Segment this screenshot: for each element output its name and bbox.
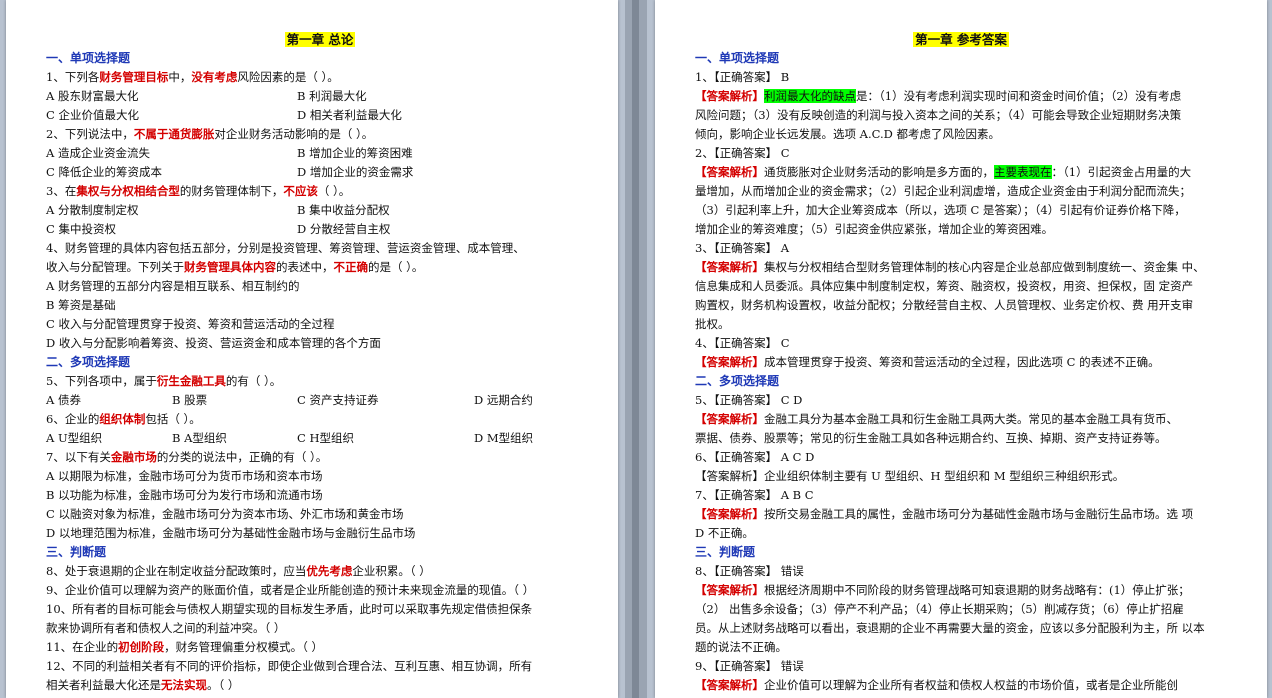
option: D M型组织 [474,431,534,445]
option: C 以融资对象为标准，金融市场可分为资本市场、外汇市场和黄金市场 [46,507,404,521]
answer-5-explanation: 【答案解析】金融工具分为基本金融工具和衍生金融工具两大类。常见的基本金融工具有货… [695,412,1178,426]
answer-9-explanation: 【答案解析】企业价值可以理解为企业所有者权益和债权人权益的市场价值，或者是企业所… [695,678,1178,692]
question-2: 2、下列说法中，不属于通货膨胀对企业财务活动影响的是（ ）。 [46,127,374,141]
splitter-bar[interactable] [632,0,639,698]
section-heading-single: 一、单项选择题 [695,51,780,65]
option: D 以地理范围为标准，金融市场可分为基础性金融市场与金融衍生品市场 [46,526,416,540]
section-heading-multi: 二、多项选择题 [46,355,131,369]
answer-2-explanation: 【答案解析】通货膨胀对企业财务活动的影响是多方面的，主要表现在：（1）引起资金占… [695,165,1192,179]
answers-column: 第一章 参考答案 一、单项选择题 1、【正确答案】 B 【答案解析】利润最大化的… [695,30,1227,695]
answer-3-explanation-cont: 批权。 [695,317,730,331]
section-heading-multi: 二、多项选择题 [695,374,780,388]
option: C 降低企业的筹资成本 [46,165,162,179]
answer-1-explanation: 【答案解析】利润最大化的缺点是：（1）没有考虑利润实现时间和资金时间价值；（2）… [695,89,1182,103]
question-5-options: A 债券 B 股票 C 资产支持证券 D 远期合约 [46,391,594,410]
question-3-options: C 集中投资权 D 分散经营自主权 [46,220,594,239]
option: B 以功能为标准，金融市场可分为发行市场和流通市场 [46,488,323,502]
option: A 债券 [46,393,81,407]
answer-7-explanation: 【答案解析】按所交易金融工具的属性，金融市场可分为基础性金融市场与金融衍生品市场… [695,507,1194,521]
answer-1-explanation-cont: 风险问题；（3）没有反映创造的利润与投入资本之间的关系；（4）可能会导致企业短期… [695,108,1182,122]
question-12: 12、不同的利益相关者有不同的评价指标，即使企业做到合理合法、互利互惠、相互协调… [46,659,533,673]
questions-column: 第一章 总论 一、单项选择题 1、下列各财务管理目标中，没有考虑风险因素的是（ … [46,30,594,695]
question-10: 10、所有者的目标可能会与债权人期望实现的目标发生矛盾，此时可以采取事先规定借债… [46,602,533,616]
option: A 财务管理的五部分内容是相互联系、相互制约的 [46,279,300,293]
question-12-cont: 相关者利益最大化还是无法实现。（ ） [46,678,240,692]
option: C 资产支持证券 [297,393,379,407]
answer-7-explanation-cont: D 不正确。 [695,526,754,540]
section-heading-single: 一、单项选择题 [46,51,131,65]
section-heading-judge: 三、判断题 [46,545,107,559]
option: D 相关者利益最大化 [297,108,402,122]
option: A 造成企业资金流失 [46,146,150,160]
answer-3-explanation: 【答案解析】集权与分权相结合型财务管理体制的核心内容是企业总部应做到制度统一、资… [695,260,1205,274]
answer-3-head: 3、【正确答案】 A [695,241,790,255]
answer-6-explanation: 【答案解析】企业组织体制主要有 U 型组织、H 型组织和 M 型组织三种组织形式… [695,469,1125,483]
option: A 以期限为标准，金融市场可分为货币市场和资本市场 [46,469,323,483]
question-7: 7、以下有关金融市场的分类的说法中，正确的有（ ）。 [46,450,328,464]
question-2-options: A 造成企业资金流失 B 增加企业的筹资困难 [46,144,594,163]
answer-1-explanation-cont: 倾向，影响企业长远发展。选项 A.C.D 都考虑了风险因素。 [695,127,1001,141]
option: A 分散制度制定权 [46,203,139,217]
answer-8-explanation-cont: （2） 出售多余设备；（3）停产不利产品；（4）停止长期采购；（5）削减存货；（… [695,602,1184,616]
answer-2-head: 2、【正确答案】 C [695,146,790,160]
question-2-options: C 降低企业的筹资成本 D 增加企业的资金需求 [46,163,594,182]
chapter-title: 第一章 总论 [284,32,356,47]
answer-6-head: 6、【正确答案】 A C D [695,450,815,464]
answer-8-explanation-cont: 题的说法不正确。 [695,640,787,654]
question-1-options: C 企业价值最大化 D 相关者利益最大化 [46,106,594,125]
question-1-options: A 股东财富最大化 B 利润最大化 [46,87,594,106]
option: A 股东财富最大化 [46,89,139,103]
answer-7-head: 7、【正确答案】 A B C [695,488,814,502]
option: D 远期合约 [474,393,533,407]
option: B 筹资是基础 [46,298,116,312]
answer-8-head: 8、【正确答案】 错误 [695,564,804,578]
option: C H型组织 [297,431,354,445]
question-6: 6、企业的组织体制包括（ ）。 [46,412,201,426]
question-1: 1、下列各财务管理目标中，没有考虑风险因素的是（ ）。 [46,70,339,84]
option: B 股票 [172,393,208,407]
document-page-answers: 第一章 参考答案 一、单项选择题 1、【正确答案】 B 【答案解析】利润最大化的… [655,0,1267,698]
option: D 增加企业的资金需求 [297,165,414,179]
answer-2-explanation-cont: 增加企业的筹资难度；（5）引起资金供应紧张，增加企业的筹资困难。 [695,222,1054,236]
answer-2-explanation-cont: 量增加，从而增加企业的资金需求；（2）引起企业利润虚增，造成企业资金由于利润分配… [695,184,1192,198]
question-11: 11、在企业的初创阶段，财务管理偏重分权模式。（ ） [46,640,324,654]
question-3: 3、在集权与分权相结合型的财务管理体制下，不应该（ ）。 [46,184,351,198]
option: C 收入与分配管理贯穿于投资、筹资和营运活动的全过程 [46,317,335,331]
answer-4-head: 4、【正确答案】 C [695,336,790,350]
option: D 收入与分配影响着筹资、投资、营运资金和成本管理的各个方面 [46,336,381,350]
question-5: 5、下列各项中，属于衍生金融工具的有（ ）。 [46,374,282,388]
answer-4-explanation: 【答案解析】成本管理贯穿于投资、筹资和营运活动的全过程，因此选项 C 的表述不正… [695,355,1160,369]
question-4-cont: 收入与分配管理。下列关于财务管理具体内容的表述中，不正确的是（ ）。 [46,260,424,274]
section-heading-judge: 三、判断题 [695,545,756,559]
question-9: 9、企业价值可以理解为资产的账面价值，或者是企业所能创造的预计未来现金流量的现值… [46,583,535,597]
question-6-options: A U型组织 B A型组织 C H型组织 D M型组织 [46,429,594,448]
question-8: 8、处于衰退期的企业在制定收益分配政策时，应当优先考虑企业积累。（ ） [46,564,431,578]
answer-2-explanation-cont: （3）引起利率上升，加大企业筹资成本（所以，选项 C 是答案）；（4）引起有价证… [695,203,1186,217]
answer-1-head: 1、【正确答案】 B [695,70,790,84]
option: B A型组织 [172,431,227,445]
option: B 增加企业的筹资困难 [297,146,413,160]
question-3-options: A 分散制度制定权 B 集中收益分配权 [46,201,594,220]
question-10-cont: 款来协调所有者和债权人之间的利益冲突。（ ） [46,621,286,635]
document-page-questions: 第一章 总论 一、单项选择题 1、下列各财务管理目标中，没有考虑风险因素的是（ … [6,0,618,698]
question-4: 4、财务管理的具体内容包括五部分，分别是投资管理、筹资管理、营运资金管理、成本管… [46,241,525,255]
option: A U型组织 [46,431,103,445]
answer-5-head: 5、【正确答案】 C D [695,393,803,407]
answer-3-explanation-cont: 信息集成和人员委派。具体应集中制度制定权，筹资、融资权，投资权，用资、担保权，固… [695,279,1194,293]
answers-title: 第一章 参考答案 [913,32,1009,47]
answer-8-explanation-cont: 员。从上述财务战略可以看出，衰退期的企业不再需要大量的资金，应该以多分配股利为主… [695,621,1205,635]
option: C 企业价值最大化 [46,108,139,122]
option: C 集中投资权 [46,222,116,236]
answer-8-explanation: 【答案解析】根据经济周期中不同阶段的财务管理战略可知衰退期的财务战略有：(1）停… [695,583,1190,597]
answer-3-explanation-cont: 购置权，财务机构设置权，收益分配权；分散经营自主权、人员管理权、业务定价权、费 … [695,298,1194,312]
answer-9-head: 9、【正确答案】 错误 [695,659,804,673]
option: B 集中收益分配权 [297,203,390,217]
answer-5-explanation-cont: 票据、债券、股票等；常见的衍生金融工具如各种远期合约、互换、掉期、资产支持证券等… [695,431,1167,445]
option: D 分散经营自主权 [297,222,391,236]
option: B 利润最大化 [297,89,367,103]
